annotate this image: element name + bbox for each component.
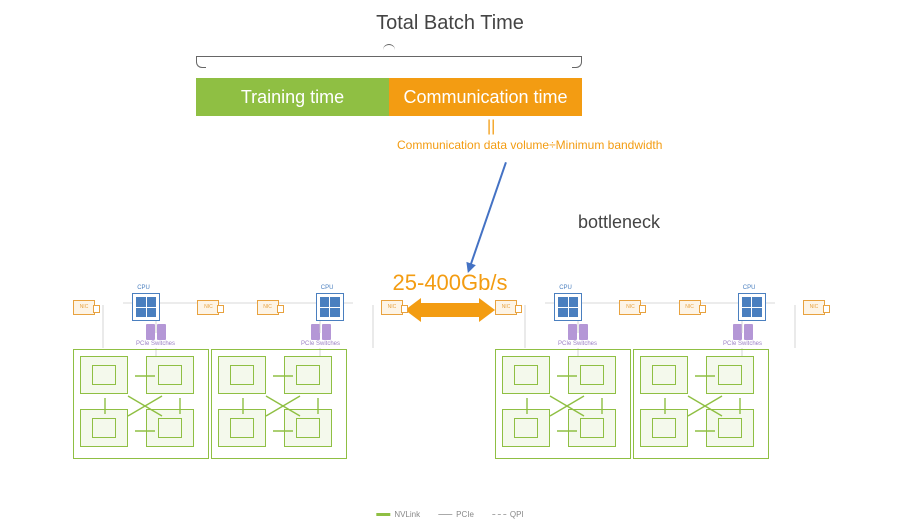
gpu-icon [146,356,194,394]
pcie-switch-icon [146,324,166,340]
gpu-icon [502,356,550,394]
equals-symbol: || [487,118,495,136]
gpu-icon [284,409,332,447]
gpu-icon [218,409,266,447]
cpu-icon [132,293,160,321]
cpu-icon [316,293,344,321]
gpu-group [495,349,631,459]
gpu-icon [502,409,550,447]
pcie-switch-label: PCIe Switches [723,341,762,347]
legend-qpi: QPI [492,510,524,519]
communication-formula: Communication data volume÷Minimum bandwi… [397,138,662,152]
diagram-title: Total Batch Time [376,12,524,35]
pcie-switch-label: PCIe Switches [301,341,340,347]
gpu-icon [706,409,754,447]
nic-icon: NIC [197,300,219,315]
bottleneck-label: bottleneck [578,212,660,233]
nic-icon: NIC [619,300,641,315]
gpu-icon [80,356,128,394]
bidirectional-arrow [405,298,495,322]
gpu-icon [218,356,266,394]
cpu-icon [738,293,766,321]
batch-time-bar: Training time Communication time [196,78,582,116]
pcie-switch-icon [311,324,331,340]
server-node-left: NIC NIC NIC NIC PCIe Switches PCIe Switc… [73,293,403,459]
bandwidth-value: 25-400Gb/s [393,270,508,296]
nic-icon: NIC [495,300,517,315]
nic-icon: NIC [257,300,279,315]
gpu-icon [640,409,688,447]
gpu-icon [568,356,616,394]
nic-icon: NIC [679,300,701,315]
arrow-to-bottleneck [468,162,507,271]
pcie-switch-label: PCIe Switches [558,341,597,347]
pcie-switch-icon [568,324,588,340]
gpu-group [211,349,347,459]
server-node-right: NIC NIC NIC NIC PCIe Switches PCIe Switc… [495,293,825,459]
legend: NVLink PCIe QPI [376,510,523,519]
legend-pcie: PCIe [438,510,474,519]
gpu-group [73,349,209,459]
gpu-icon [640,356,688,394]
training-time-segment: Training time [196,78,389,116]
pcie-switch-label: PCIe Switches [136,341,175,347]
legend-nvlink: NVLink [376,510,420,519]
gpu-icon [284,356,332,394]
nic-icon: NIC [73,300,95,315]
nic-icon: NIC [381,300,403,315]
gpu-group [633,349,769,459]
communication-time-segment: Communication time [389,78,582,116]
brace-bracket [196,44,582,72]
pcie-switch-icon [733,324,753,340]
gpu-icon [568,409,616,447]
gpu-icon [146,409,194,447]
nic-icon: NIC [803,300,825,315]
cpu-icon [554,293,582,321]
gpu-icon [80,409,128,447]
gpu-icon [706,356,754,394]
